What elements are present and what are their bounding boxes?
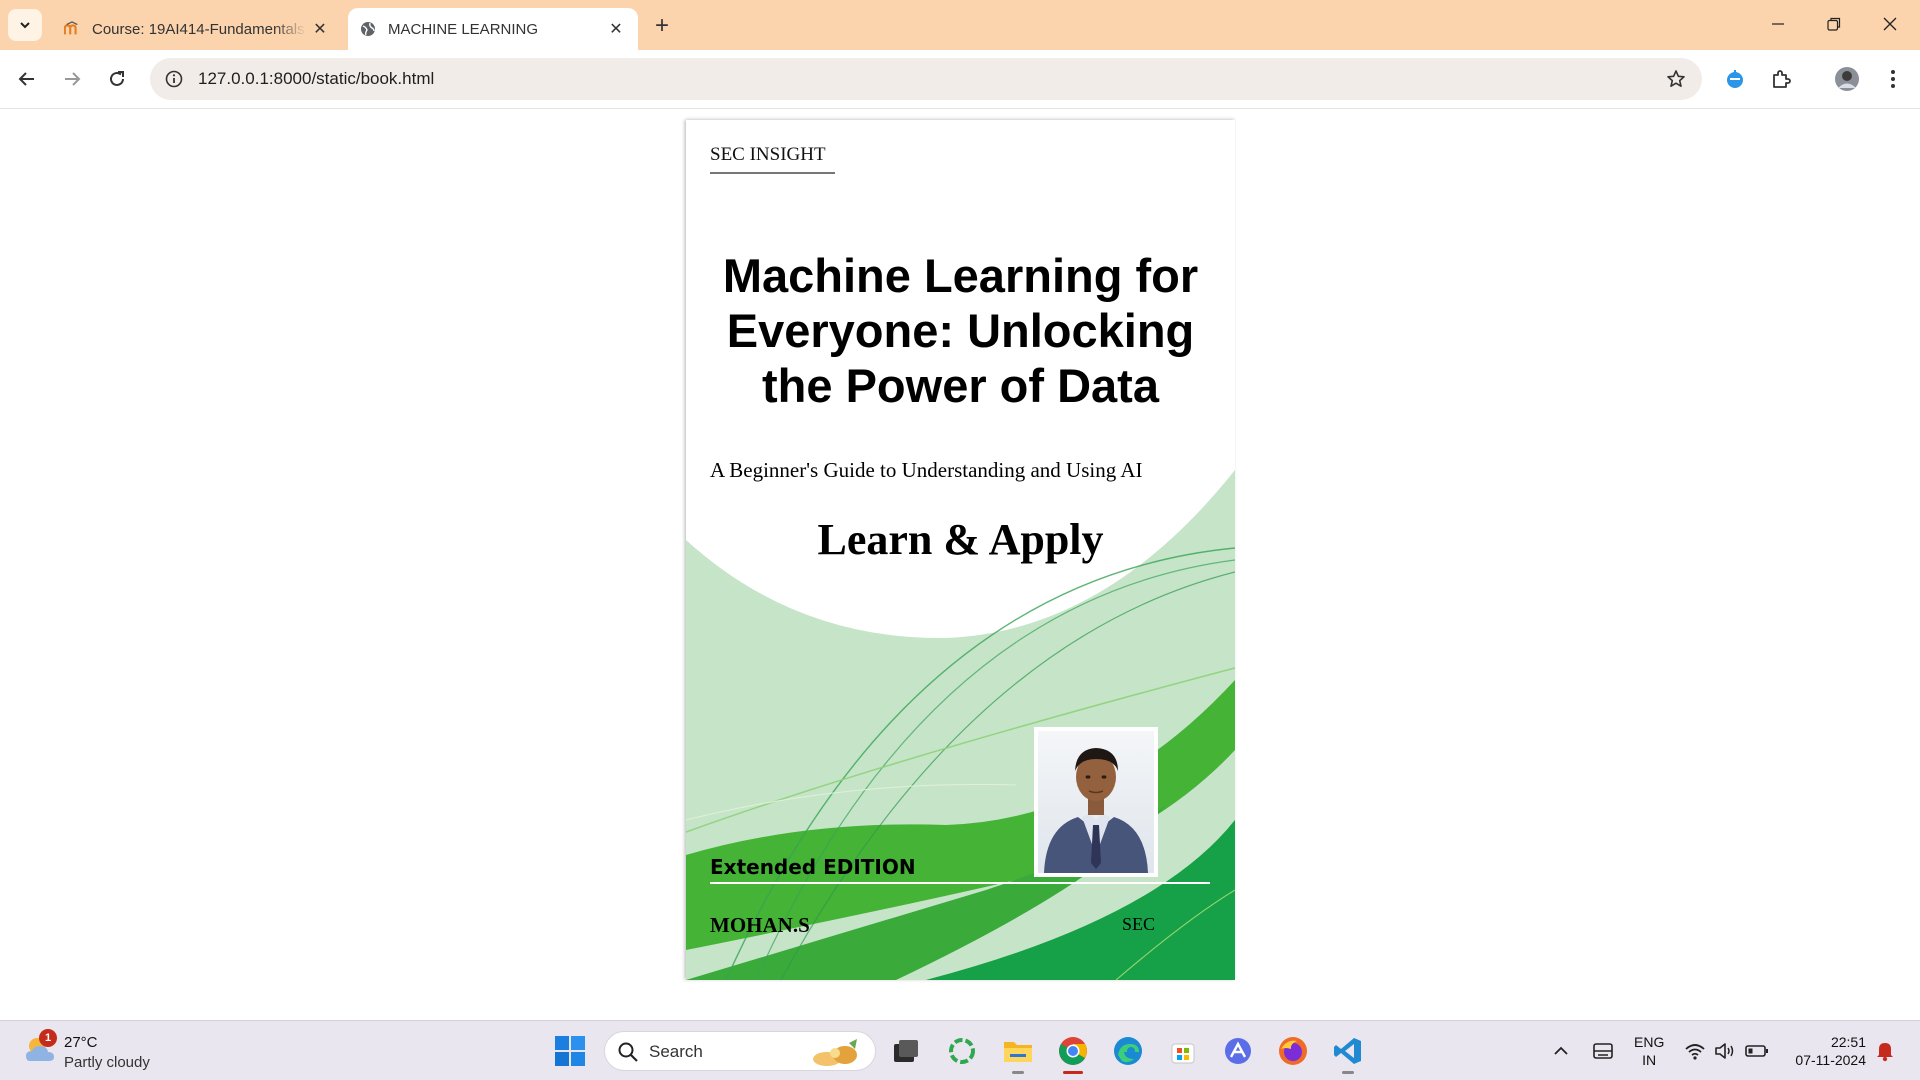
edition-label: Extended EDITION	[710, 855, 916, 879]
book-title-line: Machine Learning for	[722, 249, 1199, 302]
store-app[interactable]	[1163, 1031, 1203, 1071]
close-icon[interactable]: ✕	[306, 15, 334, 43]
vscode-app[interactable]	[1328, 1031, 1368, 1074]
arrow-left-icon	[18, 72, 34, 86]
browser-toolbar: 127.0.0.1:8000/static/book.html	[0, 50, 1920, 109]
author-name: MOHAN.S	[710, 913, 810, 937]
running-indicator	[1342, 1071, 1354, 1074]
address-bar[interactable]: 127.0.0.1:8000/static/book.html	[150, 58, 1702, 100]
triangle-app-icon	[1225, 1038, 1251, 1064]
author-photo	[1034, 727, 1158, 877]
notification-bell-icon[interactable]	[1872, 1039, 1898, 1063]
wifi-icon[interactable]	[1682, 1039, 1708, 1063]
tab-title: MACHINE LEARNING	[388, 20, 539, 38]
reload-icon	[110, 71, 124, 86]
file-explorer-app[interactable]	[998, 1031, 1038, 1074]
url-text[interactable]: 127.0.0.1:8000/static/book.html	[198, 69, 434, 89]
start-button[interactable]	[554, 1035, 588, 1069]
close-icon	[1883, 17, 1897, 31]
more-vertical-icon	[1891, 70, 1895, 88]
show-hidden-icons[interactable]	[1548, 1039, 1574, 1063]
browser-menu-button[interactable]	[1876, 62, 1910, 96]
taskbar: 1 27°C Partly cloudy Search ENG IN 22:51…	[0, 1020, 1920, 1080]
weather-condition: Partly cloudy	[64, 1054, 150, 1071]
book-title: Machine Learning for Everyone: Unlocking…	[686, 248, 1235, 413]
battery-icon[interactable]	[1744, 1039, 1770, 1063]
restore-button[interactable]	[1806, 0, 1862, 48]
moodle-icon	[64, 21, 80, 37]
bookmark-star-icon[interactable]	[1664, 67, 1688, 91]
notification-badge: 1	[39, 1029, 57, 1047]
system-clock[interactable]: 22:51 07-11-2024	[1782, 1033, 1866, 1069]
minimize-icon	[1772, 23, 1784, 25]
book-title-line: Everyone: Unlocking	[726, 304, 1195, 357]
imprint-label: SEC	[1122, 914, 1156, 934]
running-indicator	[1012, 1071, 1024, 1074]
chevron-down-icon	[20, 22, 30, 29]
page-viewport: SEC INSIGHT Machine Learning for Everyon…	[0, 110, 1920, 1020]
forward-button[interactable]	[55, 62, 89, 96]
search-highlight-icon	[813, 1039, 857, 1066]
restore-icon	[1827, 17, 1841, 31]
tab-search-button[interactable]	[8, 9, 42, 41]
folder-icon	[1004, 1042, 1032, 1062]
reload-button[interactable]	[100, 62, 134, 96]
search-icon	[618, 1042, 638, 1062]
vscode-icon	[1334, 1038, 1361, 1064]
clock-time: 22:51	[1830, 1034, 1866, 1050]
profile-avatar[interactable]	[1830, 62, 1864, 96]
tab-title: Course: 19AI414-Fundamentals of AI	[92, 20, 306, 38]
arrow-right-icon	[65, 72, 81, 86]
chevron-up-icon	[1554, 1046, 1568, 1055]
running-indicator	[1063, 1071, 1083, 1074]
adobe-app[interactable]	[1218, 1031, 1258, 1071]
book-cover: SEC INSIGHT Machine Learning for Everyon…	[686, 120, 1235, 980]
new-tab-button[interactable]: +	[648, 12, 676, 40]
chrome-app[interactable]	[1053, 1031, 1093, 1074]
publisher-label: SEC INSIGHT	[710, 144, 835, 174]
back-button[interactable]	[10, 62, 44, 96]
region-code: IN	[1642, 1052, 1657, 1068]
edge-app[interactable]	[1108, 1031, 1148, 1071]
language-indicator[interactable]: ENG IN	[1634, 1033, 1664, 1069]
windows-logo-icon	[555, 1036, 585, 1066]
volume-icon[interactable]	[1712, 1039, 1738, 1063]
close-window-button[interactable]	[1862, 0, 1918, 48]
book-title-line: the Power of Data	[762, 359, 1159, 412]
minimize-button[interactable]	[1750, 0, 1806, 48]
close-icon[interactable]: ✕	[602, 15, 630, 43]
search-label: Search	[649, 1042, 703, 1061]
extension-translate-icon[interactable]	[1718, 62, 1752, 96]
chrome-icon	[1059, 1037, 1087, 1065]
site-info-icon[interactable]	[162, 67, 186, 91]
clock-date: 07-11-2024	[1795, 1052, 1866, 1068]
taskview-app[interactable]	[886, 1031, 926, 1071]
weather-temp: 27°C	[64, 1034, 98, 1051]
store-icon	[1171, 1043, 1195, 1064]
firefox-icon	[1279, 1037, 1307, 1065]
tab-strip: Course: 19AI414-Fundamentals of AI ✕ MAC…	[0, 0, 1920, 50]
extensions-puzzle-icon[interactable]	[1764, 62, 1798, 96]
chatgpt-app[interactable]	[942, 1031, 982, 1071]
weather-widget[interactable]: 1 27°C Partly cloudy	[20, 1029, 180, 1073]
touch-keyboard-icon[interactable]	[1590, 1039, 1616, 1063]
firefox-app[interactable]	[1273, 1031, 1313, 1071]
language-code: ENG	[1634, 1034, 1665, 1050]
tab-machine-learning[interactable]: MACHINE LEARNING ✕	[348, 8, 638, 50]
globe-icon	[360, 21, 376, 37]
task-view-icon	[894, 1040, 918, 1062]
edge-icon	[1114, 1037, 1142, 1065]
book-subtitle: A Beginner's Guide to Understanding and …	[710, 458, 1143, 482]
taskbar-search[interactable]: Search	[604, 1031, 876, 1071]
tab-course[interactable]: Course: 19AI414-Fundamentals of AI ✕	[52, 8, 342, 50]
ring-app-icon	[949, 1038, 975, 1064]
divider	[710, 882, 1210, 884]
book-tagline: Learn & Apply	[817, 515, 1104, 564]
